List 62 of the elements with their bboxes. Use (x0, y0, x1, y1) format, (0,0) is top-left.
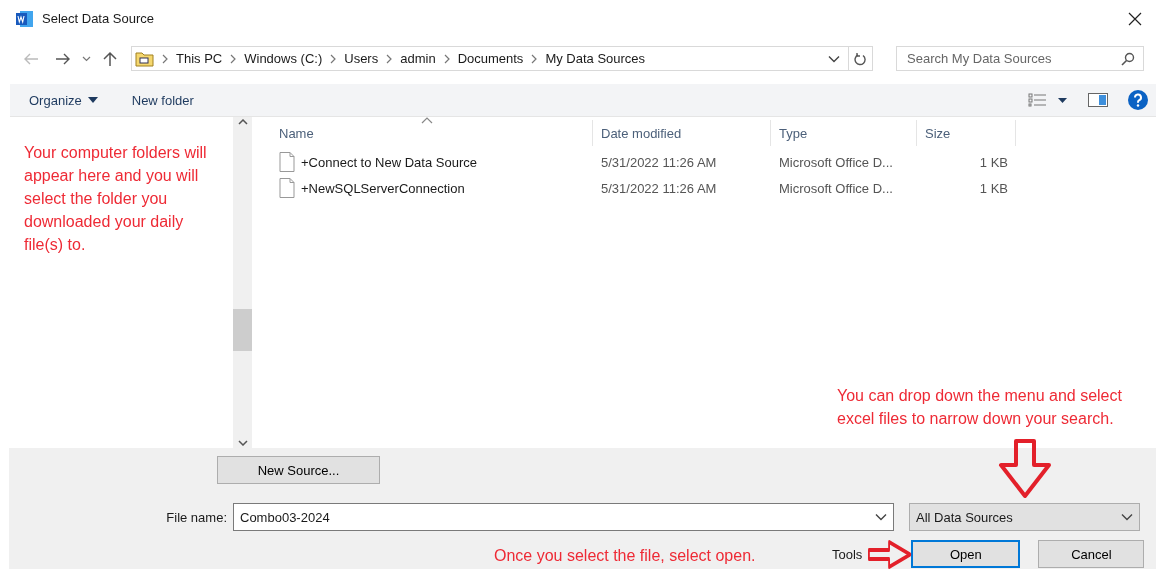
help-icon[interactable] (1128, 90, 1148, 110)
breadcrumb-item[interactable]: Users (344, 51, 379, 66)
annotation-text: Your computer folders will appear here and you will select the folder you downloaded your daily file(s) to. (24, 143, 208, 255)
breadcrumb-chevron-icon (161, 53, 169, 64)
preview-pane-icon[interactable] (1088, 93, 1108, 107)
toolbar-button[interactable]: New folder (131, 92, 194, 108)
word-app-icon (16, 9, 34, 28)
breadcrumb-item[interactable]: My Data Sources (545, 51, 646, 66)
column-header[interactable]: Name (259, 120, 593, 146)
breadcrumb-item[interactable]: Windows (C:) (244, 51, 323, 66)
close-icon[interactable] (1128, 11, 1142, 26)
dropdown-caret-icon (87, 97, 98, 103)
right-arrow-icon (868, 540, 912, 569)
scrollbar[interactable] (233, 117, 252, 448)
toolbar-button[interactable]: Organize (29, 92, 98, 108)
breadcrumb-chevron-icon (442, 53, 451, 64)
scroll-thumb[interactable] (233, 309, 252, 351)
new-source-button[interactable]: New Source... (217, 456, 380, 484)
file-name[interactable]: +NewSQLServerConnection (301, 180, 465, 196)
file-name-label: File name: (165, 509, 228, 525)
folder-icon (135, 50, 154, 67)
file-icon (279, 152, 295, 172)
table-cell-text: 5/31/2022 11:26 AM (600, 180, 718, 196)
forward-arrow-icon[interactable] (55, 52, 71, 65)
breadcrumb-chevron-icon (329, 53, 338, 64)
annotation-text: You can drop down the menu and select excel files to narrow down your search. (837, 386, 1123, 429)
annotation-text: Once you select the file, select open. (494, 546, 757, 566)
window-title: Select Data Source (42, 11, 155, 26)
file-icon (279, 178, 295, 198)
breadcrumb-chevron-icon (229, 53, 238, 64)
tools-menu[interactable]: Tools (832, 546, 863, 562)
down-arrow-icon (997, 439, 1053, 499)
table-cell-text: Microsoft Office D... (778, 154, 894, 170)
dialog-button[interactable]: Open (911, 540, 1021, 568)
table-cell-text: 1 KB (978, 154, 1009, 170)
column-header[interactable]: Date modified (593, 120, 771, 146)
column-header[interactable]: Size (917, 120, 1016, 146)
search-icon (1121, 51, 1135, 66)
address-dropdown-icon[interactable] (828, 54, 840, 63)
table-cell-text: Microsoft Office D... (778, 180, 894, 196)
file-name[interactable]: +Connect to New Data Source (301, 154, 477, 170)
recent-locations-caret-icon[interactable] (82, 55, 91, 62)
sort-caret-icon (421, 117, 433, 124)
dropdown-caret-icon (1121, 513, 1133, 521)
search-field[interactable]: Search My Data Sources (896, 46, 1144, 71)
dialog-button[interactable]: Cancel (1038, 540, 1145, 568)
view-list-icon[interactable] (1028, 93, 1068, 107)
column-header[interactable]: Type (771, 120, 917, 146)
breadcrumb-item[interactable]: admin (400, 51, 436, 66)
scroll-up-icon[interactable] (237, 119, 248, 125)
table-cell-text: 1 KB (978, 180, 1009, 196)
scroll-down-icon[interactable] (237, 440, 248, 446)
table-cell-text: 5/31/2022 11:26 AM (600, 154, 718, 170)
up-arrow-icon[interactable] (103, 50, 117, 67)
file-name-field[interactable]: Combo03-2024 (233, 503, 894, 531)
breadcrumb-chevron-icon (385, 53, 394, 64)
breadcrumb-item[interactable]: Documents (457, 51, 524, 66)
refresh-icon[interactable] (854, 51, 867, 66)
file-type-dropdown[interactable]: All Data Sources (909, 503, 1140, 531)
dropdown-caret-icon[interactable] (875, 513, 887, 521)
breadcrumb-chevron-icon (530, 53, 539, 64)
breadcrumb-item[interactable]: This PC (176, 51, 223, 66)
